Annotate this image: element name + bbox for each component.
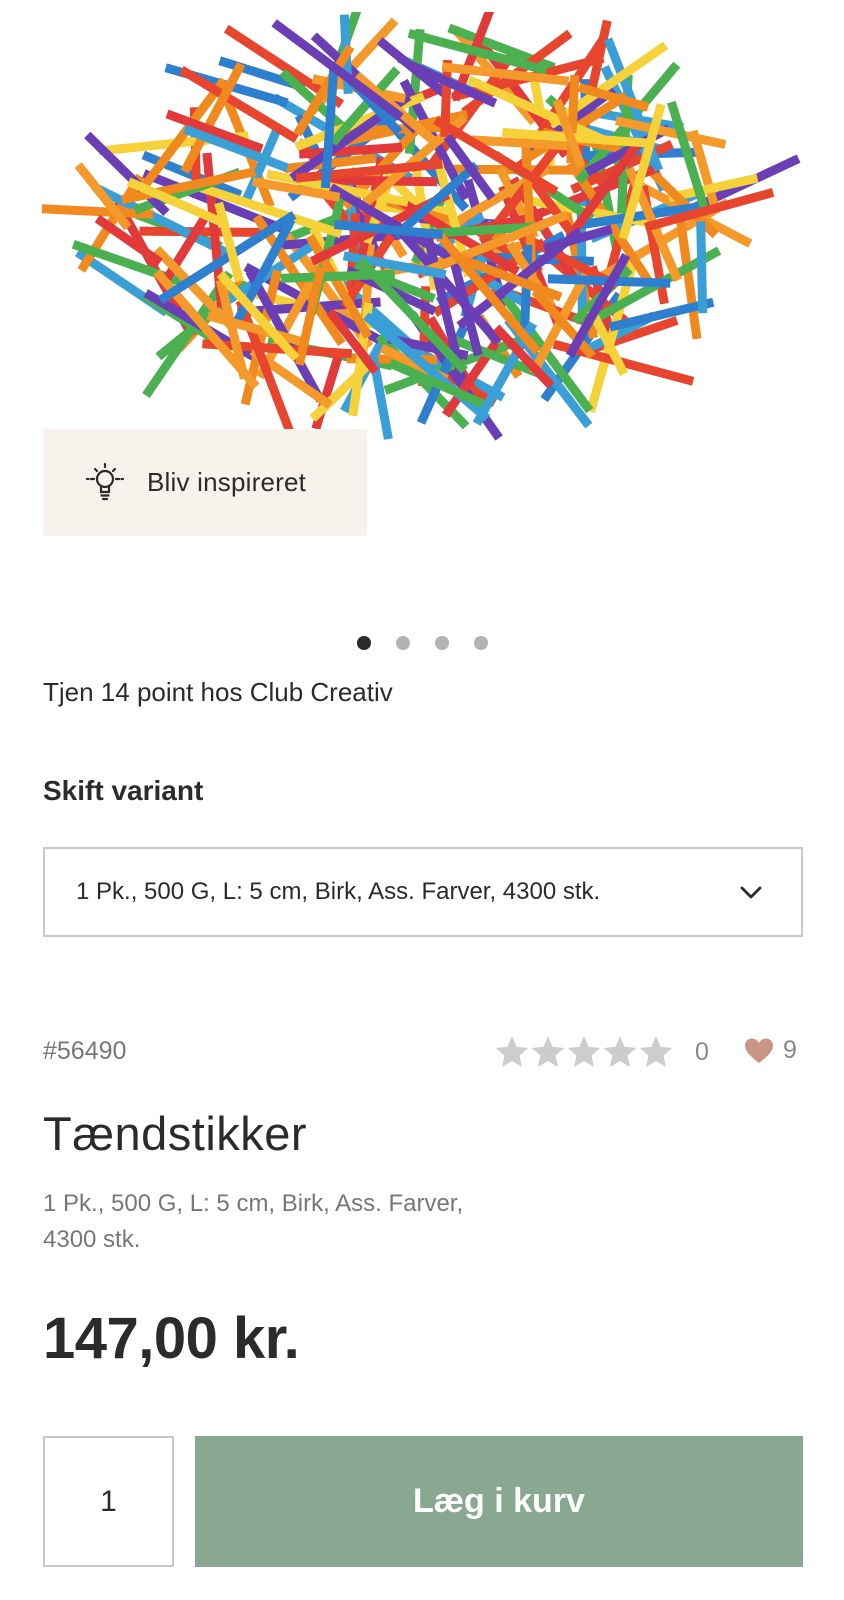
product-title: Tændstikker	[43, 1107, 308, 1160]
star-icon	[603, 1036, 637, 1067]
matchstick	[139, 226, 266, 237]
carousel-dot[interactable]	[474, 636, 488, 650]
carousel-dot[interactable]	[357, 636, 371, 650]
carousel-dot[interactable]	[435, 636, 449, 650]
favorite-button[interactable]: 9	[744, 1036, 797, 1065]
chevron-down-icon	[740, 886, 762, 899]
matchstick	[280, 269, 395, 283]
matchstick	[676, 219, 702, 340]
inspire-button[interactable]: Bliv inspireret	[43, 429, 367, 536]
carousel-dot[interactable]	[396, 636, 410, 650]
add-to-cart-button[interactable]: Læg i kurv	[195, 1436, 803, 1567]
rating-stars[interactable]: 0	[494, 1034, 709, 1070]
star-icon	[639, 1036, 673, 1067]
star-icon	[495, 1036, 529, 1067]
heart-icon	[745, 1038, 773, 1063]
product-image[interactable]	[40, 12, 810, 482]
inspire-label: Bliv inspireret	[147, 467, 307, 497]
variant-heading: Skift variant	[43, 775, 204, 806]
lightbulb-icon	[85, 462, 125, 500]
star-icon	[567, 1036, 601, 1067]
loyalty-points-text: Tjen 14 point hos Club Creativ	[43, 677, 393, 707]
product-price: 147,00 kr.	[43, 1306, 300, 1371]
favorites-count: 9	[783, 1036, 797, 1064]
variant-selected-value: 1 Pk., 500 G, L: 5 cm, Birk, Ass. Farver…	[76, 878, 601, 905]
product-subtitle: 1 Pk., 500 G, L: 5 cm, Birk, Ass. Farver…	[43, 1190, 464, 1253]
quantity-input[interactable]	[43, 1436, 174, 1567]
matchstick	[315, 175, 438, 187]
product-gallery[interactable]: Bliv inspireret	[0, 0, 844, 600]
variant-select[interactable]: 1 Pk., 500 G, L: 5 cm, Birk, Ass. Farver…	[43, 847, 803, 937]
matchstick	[696, 221, 708, 314]
carousel-dots	[357, 636, 488, 650]
product-sku: #56490	[43, 1037, 127, 1065]
star-icon	[531, 1036, 565, 1067]
rating-count: 0	[695, 1037, 709, 1066]
